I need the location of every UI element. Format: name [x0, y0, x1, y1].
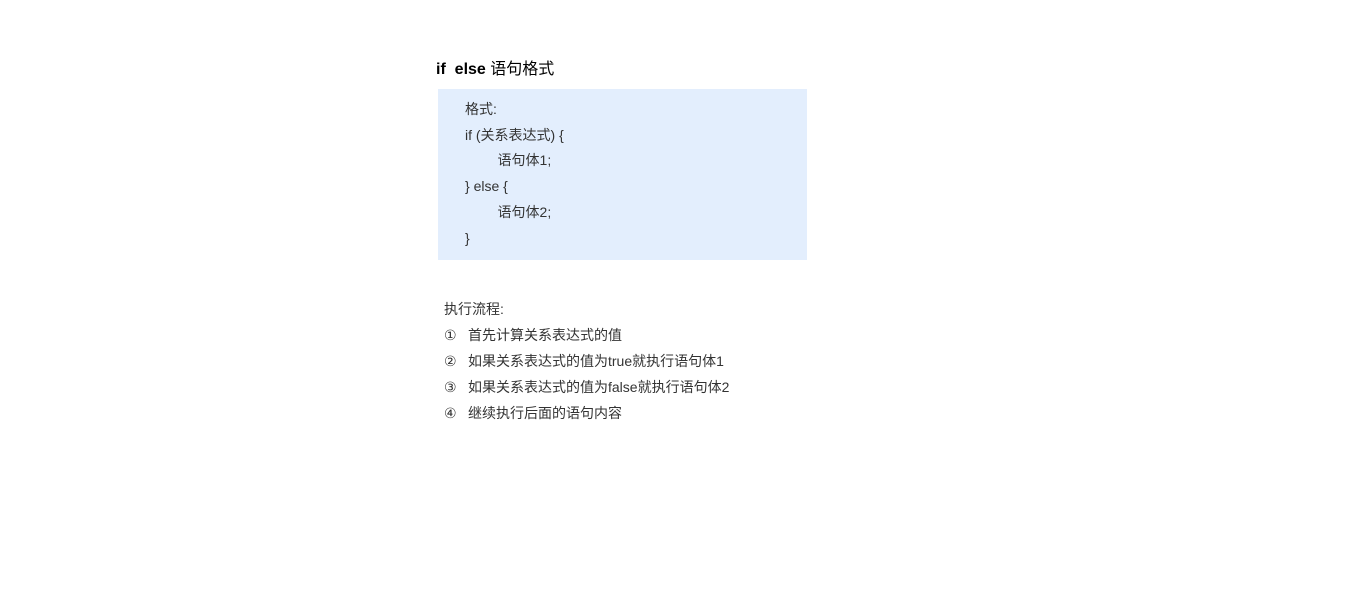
execution-flow: 执行流程: ① 首先计算关系表达式的值 ② 如果关系表达式的值为true就执行语句体… [444, 300, 729, 430]
flow-step: ③ 如果关系表达式的值为false就执行语句体2 [444, 378, 729, 404]
code-line: 语句体2; [482, 204, 552, 220]
code-line: if (关系表达式) { [465, 127, 564, 143]
step-text: 如果关系表达式的值为true就执行语句体1 [468, 353, 724, 369]
heading-keyword-if: if [436, 61, 446, 78]
step-number: ① [444, 327, 457, 343]
step-number: ② [444, 353, 457, 369]
section-heading: if else 语句格式 [436, 60, 554, 80]
flow-title: 执行流程: [444, 301, 504, 317]
code-format-box: 格式: if (关系表达式) { 语句体1; } else { 语句体2; } [438, 89, 807, 260]
heading-keyword-else: else [454, 61, 486, 78]
code-line: } else { [465, 178, 508, 194]
step-text: 首先计算关系表达式的值 [468, 327, 622, 343]
flow-step: ④ 继续执行后面的语句内容 [444, 404, 729, 430]
step-number: ③ [444, 379, 457, 395]
code-line: 语句体1; [482, 152, 552, 168]
heading-text: 语句格式 [490, 61, 555, 78]
code-line: 格式: [465, 101, 497, 117]
step-text: 继续执行后面的语句内容 [468, 405, 622, 421]
step-text: 如果关系表达式的值为false就执行语句体2 [468, 379, 730, 395]
flow-step: ① 首先计算关系表达式的值 [444, 326, 729, 352]
step-number: ④ [444, 405, 457, 421]
code-line: } [465, 230, 470, 246]
flow-step: ② 如果关系表达式的值为true就执行语句体1 [444, 352, 729, 378]
